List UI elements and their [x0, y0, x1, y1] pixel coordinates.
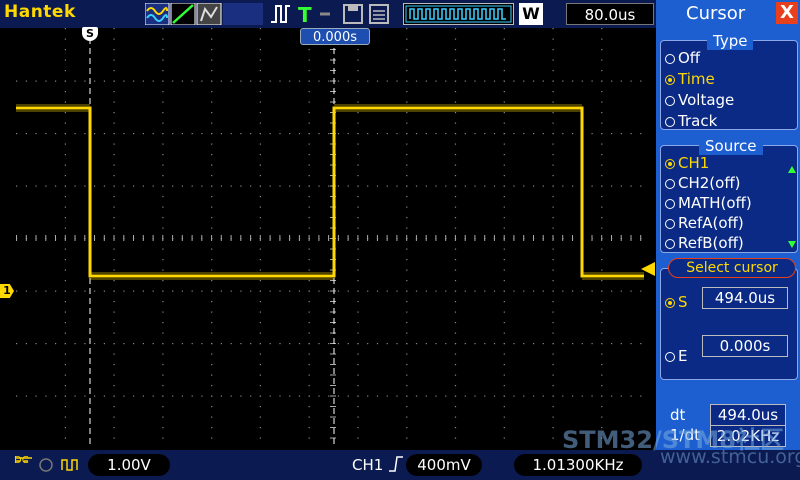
radio-icon	[665, 199, 675, 209]
option-label: S	[678, 293, 688, 311]
cursor-e-value[interactable]: 0.000s	[702, 335, 788, 357]
type-option-off[interactable]: Off	[665, 49, 700, 67]
waveform-overview[interactable]	[403, 3, 514, 25]
cursor-s-value[interactable]: 494.0us	[702, 287, 788, 309]
radio-icon	[665, 219, 675, 229]
option-label: Time	[678, 70, 715, 88]
radio-selected-icon	[665, 75, 675, 85]
watermark-url: www.stmcu.org	[660, 446, 800, 468]
scroll-down-icon[interactable]	[787, 240, 797, 250]
option-label: E	[678, 347, 688, 365]
ch1-ground-marker[interactable]: 1	[0, 284, 14, 298]
blank-indicator	[223, 3, 263, 25]
trigger-position-readout[interactable]: 0.000s	[300, 28, 370, 45]
option-label: Track	[678, 112, 718, 130]
type-section: Type Off Time Voltage Track	[660, 32, 798, 130]
select-cursor-section: S E	[660, 268, 798, 380]
cursor-e-option[interactable]: E	[665, 347, 687, 365]
option-label: Off	[678, 49, 701, 67]
type-option-voltage[interactable]: Voltage	[665, 91, 734, 109]
radio-icon	[665, 96, 675, 106]
top-status-bar: Hantek T W 80.0us	[0, 0, 656, 28]
trigger-source: CH1	[352, 456, 384, 474]
source-option-refa[interactable]: RefA(off)	[665, 214, 744, 232]
svg-text:T: T	[298, 3, 312, 25]
trigger-status-icons: T	[271, 3, 389, 25]
timebase-readout[interactable]: 80.0us	[566, 3, 654, 25]
radio-icon	[665, 239, 675, 249]
option-label: CH1	[678, 154, 710, 172]
rising-edge-icon	[389, 456, 404, 472]
radio-icon	[665, 352, 675, 362]
cursor-menu-panel: Cursor X Type Off Time Voltage Track Sou…	[656, 0, 800, 450]
radio-icon	[665, 117, 675, 127]
brand-logo: Hantek	[4, 2, 76, 22]
trigger-level-readout[interactable]: 400mV	[406, 454, 482, 476]
option-label: RefB(off)	[678, 234, 744, 252]
source-section: Source CH1 CH2(off) MATH(off) RefA(off) …	[660, 137, 798, 253]
acquisition-mode-badge: W	[519, 3, 543, 25]
option-label: MATH(off)	[678, 194, 752, 212]
scroll-up-icon[interactable]	[787, 164, 797, 174]
source-option-math[interactable]: MATH(off)	[665, 194, 752, 212]
display-mode-icons	[145, 3, 222, 25]
radio-icon	[665, 179, 675, 189]
select-cursor-title: Select cursor	[668, 258, 796, 278]
source-option-ch2[interactable]: CH2(off)	[665, 174, 741, 192]
source-option-ch1[interactable]: CH1	[665, 154, 709, 172]
overview-wave-icon	[405, 5, 512, 23]
radio-icon	[665, 54, 675, 64]
type-option-time[interactable]: Time	[665, 70, 715, 88]
source-section-title: Source	[699, 137, 763, 155]
option-label: CH2(off)	[678, 174, 741, 192]
trigger-source-label: CH1	[352, 454, 404, 474]
waveform-display[interactable]	[16, 28, 650, 448]
cursor-s-option[interactable]: S	[665, 293, 688, 311]
frequency-readout: 1.01300KHz	[514, 454, 642, 476]
trace-noise	[16, 104, 644, 280]
source-option-refb[interactable]: RefB(off)	[665, 234, 744, 252]
type-section-title: Type	[707, 32, 754, 50]
coupling-indicator: DC	[14, 455, 29, 466]
ch1-volts-div[interactable]: 1.00V	[88, 454, 170, 476]
close-button[interactable]: X	[776, 2, 798, 24]
type-option-track[interactable]: Track	[665, 112, 717, 130]
radio-selected-icon	[665, 159, 675, 169]
option-label: RefA(off)	[678, 214, 744, 232]
option-label: Voltage	[678, 91, 735, 109]
radio-selected-icon	[665, 298, 675, 308]
